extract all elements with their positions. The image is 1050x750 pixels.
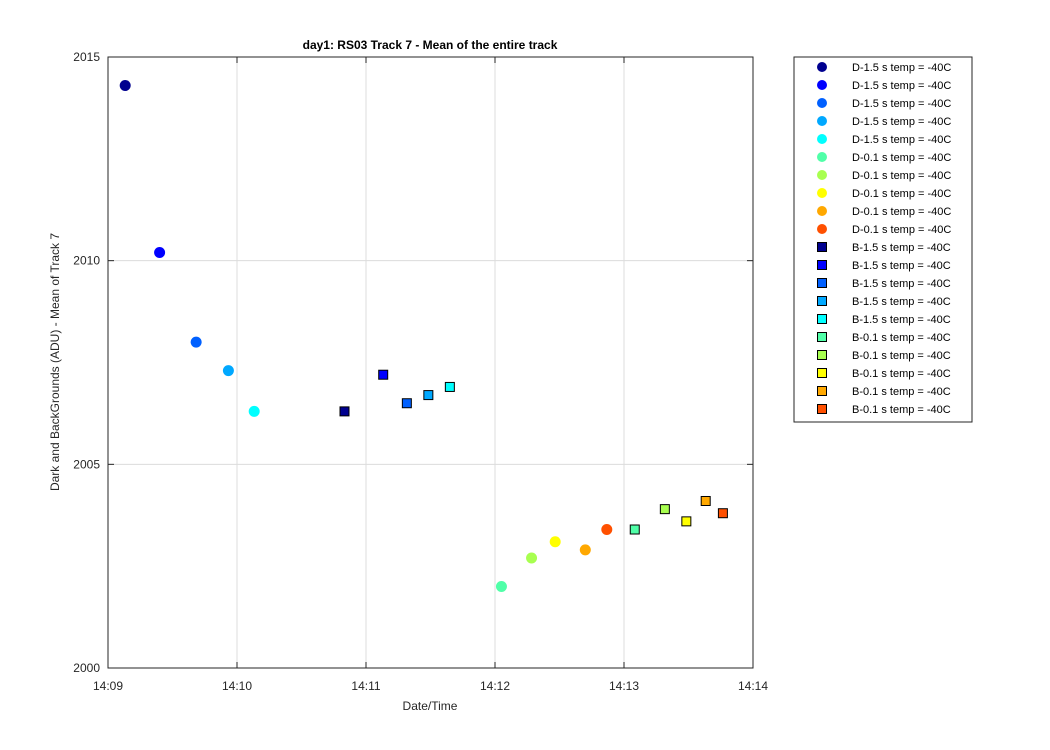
legend-label: B-0.1 s temp = -40C — [852, 404, 951, 416]
legend-label: D-1.5 s temp = -40C — [852, 116, 951, 128]
data-point-square — [444, 381, 455, 392]
x-tick-label: 14:14 — [738, 679, 768, 693]
y-tick-label: 2015 — [73, 50, 100, 64]
y-tick-label: 2010 — [73, 254, 100, 268]
data-point-square — [659, 504, 670, 515]
legend-label: D-1.5 s temp = -40C — [852, 80, 951, 92]
legend-label: B-1.5 s temp = -40C — [852, 296, 951, 308]
legend-label: B-0.1 s temp = -40C — [852, 386, 951, 398]
legend-label: B-0.1 s temp = -40C — [852, 350, 951, 362]
x-axis-label: Date/Time — [403, 699, 458, 713]
data-point-square — [378, 369, 389, 380]
legend-label: B-0.1 s temp = -40C — [852, 332, 951, 344]
plot-area — [108, 57, 753, 668]
legend-label: D-0.1 s temp = -40C — [852, 170, 951, 182]
y-axis-label: Dark and BackGrounds (ADU) - Mean of Tra… — [48, 233, 62, 491]
legend-marker-circle — [817, 62, 827, 72]
legend-label: D-0.1 s temp = -40C — [852, 224, 951, 236]
legend-marker-square — [817, 404, 827, 414]
legend-marker-circle — [817, 134, 827, 144]
data-point-square — [401, 398, 412, 409]
legend-marker-square — [817, 386, 827, 396]
legend: D-1.5 s temp = -40C D-1.5 s temp = -40C D-… — [793, 56, 973, 423]
x-tick-label: 14:09 — [93, 679, 123, 693]
legend-marker-circle — [817, 188, 827, 198]
legend-label: D-0.1 s temp = -40C — [852, 188, 951, 200]
data-point-circle — [601, 524, 613, 536]
data-point-square — [423, 390, 434, 401]
data-point-square — [717, 508, 728, 519]
x-tick-label: 14:11 — [351, 679, 380, 693]
legend-marker-square — [817, 350, 827, 360]
legend-marker-circle — [817, 170, 827, 180]
legend-label: D-1.5 s temp = -40C — [852, 134, 951, 146]
data-point-square — [700, 495, 711, 506]
legend-marker-square — [817, 296, 827, 306]
data-point-circle — [190, 336, 202, 348]
legend-label: D-1.5 s temp = -40C — [852, 62, 951, 74]
legend-label: B-1.5 s temp = -40C — [852, 314, 951, 326]
legend-label: B-1.5 s temp = -40C — [852, 278, 951, 290]
data-point-square — [681, 516, 692, 527]
legend-marker-circle — [817, 98, 827, 108]
legend-marker-square — [817, 242, 827, 252]
x-tick-label: 14:12 — [480, 679, 510, 693]
legend-label: B-0.1 s temp = -40C — [852, 368, 951, 380]
legend-marker-circle — [817, 206, 827, 216]
chart-title: day1: RS03 Track 7 - Mean of the entire … — [303, 38, 558, 52]
data-point-circle — [549, 536, 561, 548]
legend-label: B-1.5 s temp = -40C — [852, 242, 951, 254]
legend-marker-square — [817, 314, 827, 324]
data-point-circle — [248, 405, 260, 417]
x-tick-label: 14:10 — [222, 679, 252, 693]
legend-label: D-0.1 s temp = -40C — [852, 206, 951, 218]
legend-marker-square — [817, 368, 827, 378]
legend-label: D-1.5 s temp = -40C — [852, 98, 951, 110]
data-point-circle — [222, 365, 234, 377]
legend-label: B-1.5 s temp = -40C — [852, 260, 951, 272]
data-point-circle — [119, 80, 131, 92]
scatter-chart: 14:09 14:10 14:11 14:12 14:13 14:14 2000 2005 20… — [48, 38, 973, 713]
legend-marker-circle — [817, 224, 827, 234]
legend-label: D-0.1 s temp = -40C — [852, 152, 951, 164]
legend-marker-square — [817, 332, 827, 342]
data-point-circle — [579, 544, 591, 556]
legend-marker-square — [817, 278, 827, 288]
data-point-square — [629, 524, 640, 535]
legend-marker-square — [817, 260, 827, 270]
legend-marker-circle — [817, 116, 827, 126]
data-point-square — [339, 406, 350, 417]
data-point-circle — [495, 581, 507, 593]
legend-marker-circle — [817, 152, 827, 162]
data-point-circle — [526, 552, 538, 564]
x-tick-label: 14:13 — [609, 679, 639, 693]
legend-marker-circle — [817, 80, 827, 90]
data-point-circle — [154, 247, 166, 259]
y-tick-label: 2000 — [73, 661, 100, 675]
y-tick-label: 2005 — [73, 457, 100, 471]
